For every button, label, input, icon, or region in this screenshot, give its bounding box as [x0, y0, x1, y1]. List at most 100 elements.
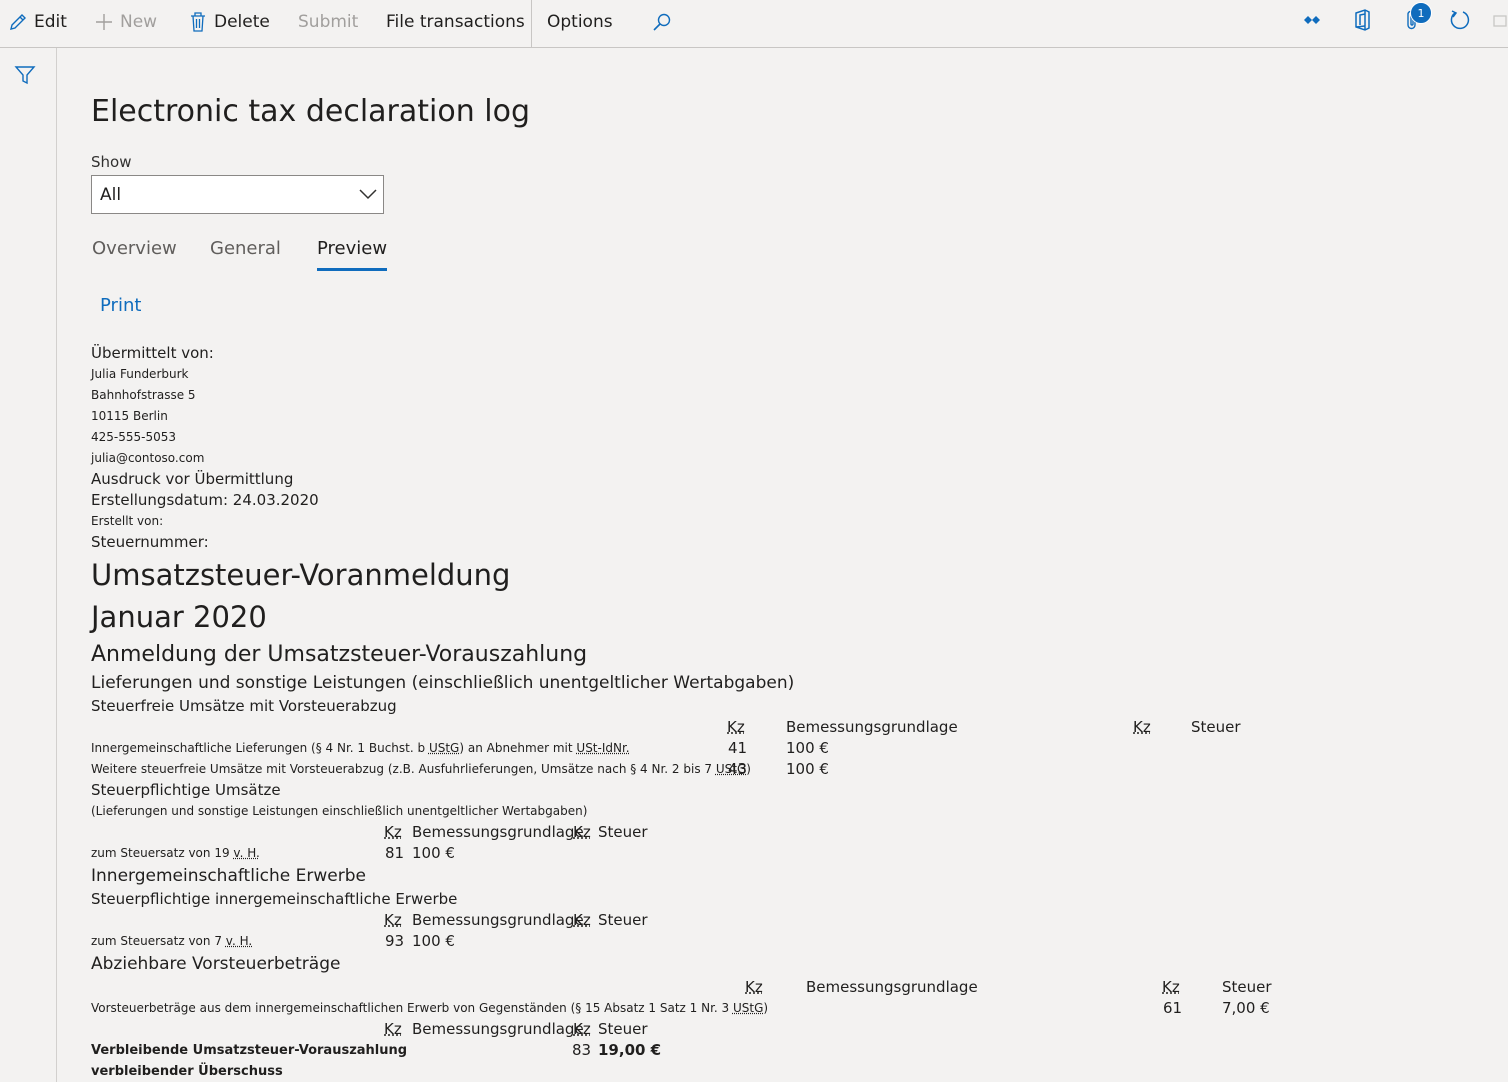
col-kz: Kz	[573, 911, 591, 929]
options-label: Options	[547, 12, 613, 32]
left-navigation	[0, 48, 57, 1082]
row43-kz: 43	[728, 760, 748, 778]
diamond-icon	[1304, 16, 1320, 24]
page-title: Electronic tax declaration log	[91, 94, 531, 129]
office-button[interactable]	[1350, 8, 1374, 32]
refresh-button[interactable]	[1448, 8, 1472, 32]
file-transactions-label: File transactions	[386, 12, 525, 32]
refresh-icon	[1450, 10, 1470, 30]
search-icon	[653, 13, 671, 31]
created-by: Erstellt von:	[91, 514, 164, 528]
action-pane: Edit New Delete Submit File transactions…	[0, 0, 1508, 48]
doc-title: Umsatzsteuer-Voranmeldung	[91, 558, 511, 592]
section-input: Abziehbare Vorsteuerbeträge	[91, 954, 341, 974]
col-kz: Kz	[384, 911, 402, 929]
print-note: Ausdruck vor Übermittlung	[91, 470, 294, 488]
row81-kz: 81	[385, 844, 405, 862]
sender-email: julia@contoso.com	[91, 451, 205, 465]
tax-number: Steuernummer:	[91, 533, 209, 551]
window-icon	[1493, 15, 1507, 27]
attachments-badge: 1	[1410, 2, 1432, 24]
sub-deliveries: Lieferungen und sonstige Leistungen (ein…	[91, 673, 795, 693]
delete-label: Delete	[214, 12, 270, 32]
trash-icon	[191, 12, 205, 32]
edit-button[interactable]: Edit	[8, 0, 67, 44]
delete-button[interactable]: Delete	[188, 0, 270, 44]
pencil-icon	[10, 14, 26, 30]
new-label: New	[120, 12, 158, 32]
row41-kz: 41	[728, 739, 748, 757]
col-tax: Steuer	[1222, 978, 1272, 996]
sender-heading: Übermittelt von:	[91, 344, 214, 362]
row83-label: Verbleibende Umsatzsteuer-Vorauszahlung	[91, 1043, 408, 1058]
plus-icon	[96, 14, 112, 30]
doc-period: Januar 2020	[91, 600, 267, 634]
print-link[interactable]: Print	[100, 295, 141, 316]
filter-icon	[14, 66, 36, 85]
col-base: Bemessungsgrundlage	[786, 718, 958, 736]
surplus-label: verbleibender Überschuss	[91, 1064, 283, 1079]
row61-kz: 61	[1163, 999, 1183, 1017]
row93-kz: 93	[385, 932, 405, 950]
row81-base: 100 €	[412, 844, 455, 862]
options-tab[interactable]: Options	[547, 0, 613, 44]
sender-name: Julia Funderburk	[91, 367, 189, 381]
show-select[interactable]: All	[91, 175, 384, 214]
col-tax: Steuer	[598, 823, 648, 841]
col-kz: Kz	[1162, 978, 1180, 996]
tab-general[interactable]: General	[210, 238, 281, 259]
sender-phone: 425-555-5053	[91, 430, 177, 444]
row41-base: 100 €	[786, 739, 829, 757]
sub-taxfree: Steuerfreie Umsätze mit Vorsteuerabzug	[91, 697, 397, 715]
power-apps-button[interactable]	[1300, 8, 1324, 32]
col-base: Bemessungsgrundlage	[412, 823, 584, 841]
submit-label: Submit	[298, 12, 359, 32]
row41-label: Innergemeinschaftliche Lieferungen (§ 4 …	[91, 741, 630, 755]
col-kz: Kz	[384, 823, 402, 841]
sub-ig-taxable: Steuerpflichtige innergemeinschaftliche …	[91, 890, 458, 908]
col-base: Bemessungsgrundlage	[412, 911, 584, 929]
office-icon	[1355, 9, 1370, 31]
new-button[interactable]: New	[94, 0, 157, 44]
section-main: Anmeldung der Umsatzsteuer-Vorauszahlung	[91, 642, 588, 667]
chevron-down-icon	[359, 189, 377, 200]
file-transactions-button[interactable]: File transactions	[386, 0, 525, 44]
tab-overview[interactable]: Overview	[92, 238, 177, 259]
tab-preview[interactable]: Preview	[317, 238, 388, 271]
search-button[interactable]	[652, 0, 678, 44]
col-kz: Kz	[573, 1020, 591, 1038]
row93-base: 100 €	[412, 932, 455, 950]
section-ig: Innergemeinschaftliche Erwerbe	[91, 866, 366, 886]
row81-label: zum Steuersatz von 19 v. H.	[91, 846, 260, 860]
col-tax: Steuer	[598, 1020, 648, 1038]
row83-tax: 19,00 €	[598, 1041, 662, 1059]
toolbar-divider	[531, 0, 532, 48]
col-tax: Steuer	[598, 911, 648, 929]
col-tax: Steuer	[1191, 718, 1241, 736]
row61-label: Vorsteuerbeträge aus dem innergemeinscha…	[91, 1001, 769, 1015]
col-base: Bemessungsgrundlage	[412, 1020, 584, 1038]
sub-taxable: Steuerpflichtige Umsätze	[91, 781, 281, 799]
submit-button[interactable]: Submit	[298, 0, 358, 44]
window-button[interactable]	[1492, 8, 1508, 32]
show-label: Show	[91, 153, 132, 171]
col-base: Bemessungsgrundlage	[806, 978, 978, 996]
row43-base: 100 €	[786, 760, 829, 778]
sub-taxable-note: (Lieferungen und sonstige Leistungen ein…	[91, 804, 588, 818]
show-select-value: All	[100, 184, 122, 205]
row61-tax: 7,00 €	[1222, 999, 1270, 1017]
filter-button[interactable]	[14, 64, 36, 90]
row43-label: Weitere steuerfreie Umsätze mit Vorsteue…	[91, 762, 751, 776]
col-kz: Kz	[384, 1020, 402, 1038]
sender-city: 10115 Berlin	[91, 409, 168, 423]
row83-kz: 83	[572, 1041, 592, 1059]
col-kz: Kz	[1133, 718, 1151, 736]
edit-label: Edit	[34, 12, 67, 32]
col-kz: Kz	[727, 718, 745, 736]
sender-street: Bahnhofstrasse 5	[91, 388, 196, 402]
col-kz: Kz	[573, 823, 591, 841]
created-date: Erstellungsdatum: 24.03.2020	[91, 491, 319, 509]
attachments-button[interactable]: 1	[1400, 2, 1432, 32]
col-kz: Kz	[745, 978, 763, 996]
row93-label: zum Steuersatz von 7 v. H.	[91, 934, 253, 948]
